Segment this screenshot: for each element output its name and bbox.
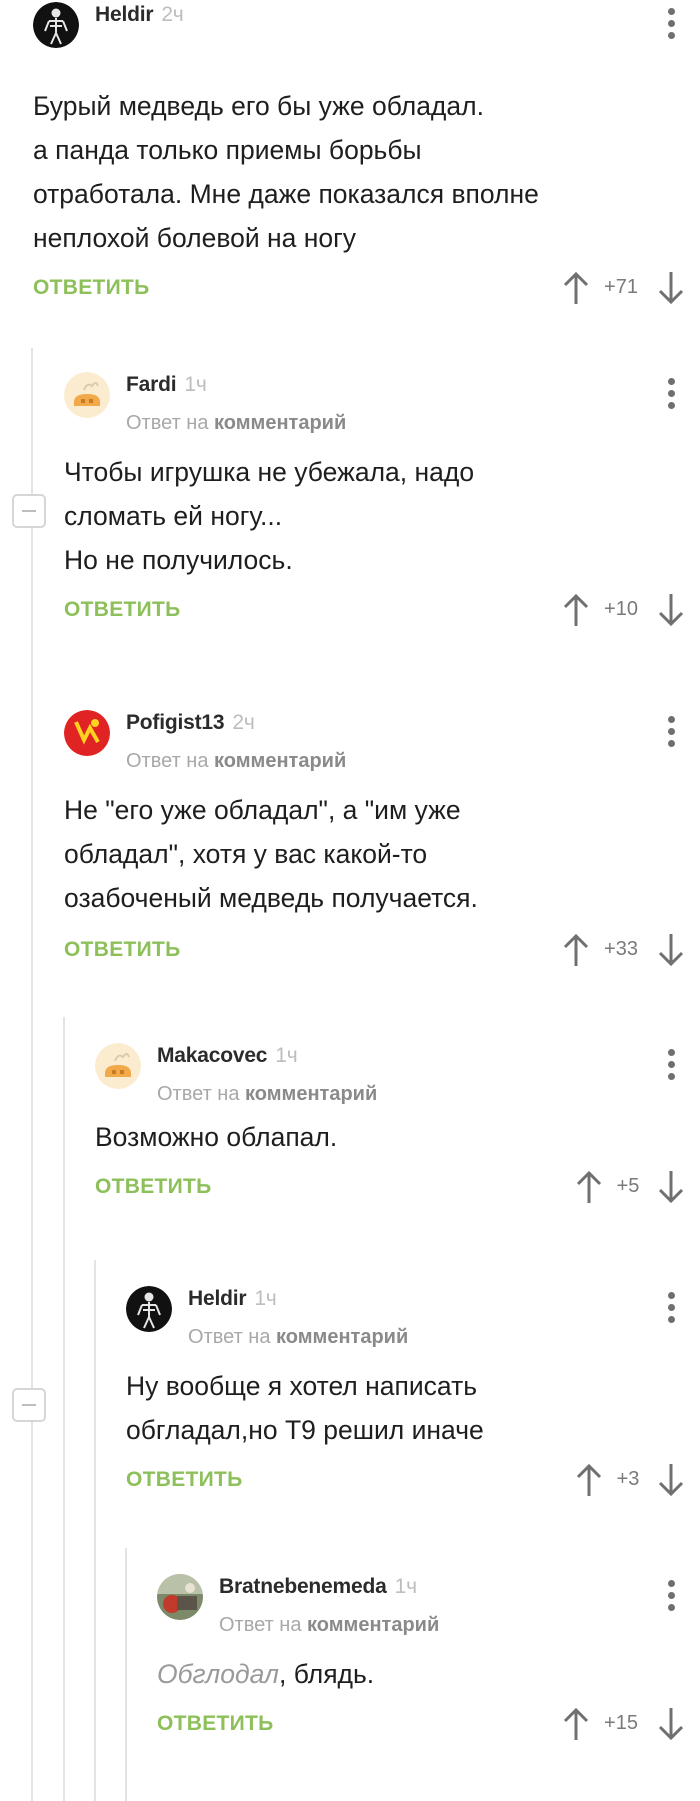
- comment-text: Чтобы игрушка не убежала, надо сломать ей…: [64, 457, 475, 575]
- skeleton-avatar-icon[interactable]: [126, 1286, 172, 1332]
- skeleton-avatar-icon[interactable]: [33, 2, 79, 48]
- upvote-arrow-icon[interactable]: [561, 592, 591, 628]
- comment-score: +10: [604, 598, 638, 620]
- reply-button[interactable]: ОТВЕТИТЬ: [64, 938, 181, 962]
- comment-text: Бурый медведь его бы уже обладал. а панда…: [33, 91, 539, 253]
- author-name[interactable]: Fardi 1ч: [126, 373, 207, 397]
- emphasized-text: Обглодал: [157, 1659, 280, 1689]
- thread-line: [31, 348, 33, 1801]
- reply-to-link[interactable]: Ответ на комментарий: [219, 1614, 439, 1637]
- author-name[interactable]: Makacovec 1ч: [157, 1044, 298, 1068]
- downvote-arrow-icon[interactable]: [656, 1169, 686, 1205]
- vote-box: +3: [558, 1460, 686, 1500]
- comment-text: Возможно облапал.: [95, 1122, 338, 1152]
- upvote-arrow-icon[interactable]: [561, 1706, 591, 1742]
- comment-time: 1ч: [275, 1044, 298, 1067]
- comment-time: 2ч: [232, 711, 255, 734]
- thread-line: [63, 1017, 65, 1801]
- comment: Heldir 1ч Ответ на комментарий Ну вообще …: [126, 1286, 700, 1500]
- collapse-thread-button[interactable]: [12, 1388, 46, 1422]
- comment: Pofigist13 2ч Ответ на комментарий Не "ег…: [64, 710, 700, 970]
- comment-text: Ну вообще я хотел написать обгладал,но Т9…: [126, 1371, 484, 1445]
- reply-to-link[interactable]: Ответ на комментарий: [126, 412, 346, 435]
- comment-score: +5: [616, 1175, 640, 1197]
- thread-line: [94, 1260, 96, 1801]
- comment-text: Не "его уже обладал", а "им уже обладал",…: [64, 795, 478, 913]
- more-menu-icon[interactable]: [666, 1049, 676, 1081]
- downvote-arrow-icon[interactable]: [656, 592, 686, 628]
- comment-time: 1ч: [184, 373, 207, 396]
- comment: Heldir 2ч Бурый медведь его бы уже облада…: [33, 2, 700, 308]
- author-name[interactable]: Bratnebenemeda 1ч: [219, 1575, 417, 1599]
- downvote-arrow-icon[interactable]: [656, 932, 686, 968]
- red-yellow-avatar-icon[interactable]: [64, 710, 110, 756]
- downvote-arrow-icon[interactable]: [656, 270, 686, 306]
- default-pie-avatar-icon[interactable]: [95, 1043, 141, 1089]
- upvote-arrow-icon[interactable]: [574, 1169, 604, 1205]
- reply-to-link[interactable]: Ответ на комментарий: [188, 1326, 408, 1349]
- comment-score: +71: [604, 276, 638, 298]
- comment-time: 1ч: [254, 1287, 277, 1310]
- comment: Fardi 1ч Ответ на комментарий Чтобы игруш…: [64, 372, 700, 630]
- photo-avatar-icon[interactable]: [157, 1574, 203, 1620]
- reply-button[interactable]: ОТВЕТИТЬ: [33, 276, 150, 300]
- reply-button[interactable]: ОТВЕТИТЬ: [126, 1468, 243, 1492]
- author-name[interactable]: Heldir 2ч: [95, 3, 184, 27]
- comment: Bratnebenemeda 1ч Ответ на комментарий Об…: [157, 1574, 700, 1744]
- author-name[interactable]: Heldir 1ч: [188, 1287, 277, 1311]
- reply-button[interactable]: ОТВЕТИТЬ: [157, 1712, 274, 1736]
- comment-time: 1ч: [394, 1575, 417, 1598]
- reply-to-link[interactable]: Ответ на комментарий: [157, 1083, 377, 1106]
- comment-time: 2ч: [161, 3, 184, 26]
- comment-score: +33: [604, 938, 638, 960]
- comment-score: +3: [616, 1468, 640, 1490]
- vote-box: +5: [558, 1167, 686, 1207]
- comment-text: Обглодал, блядь.: [157, 1659, 375, 1689]
- reply-to-link[interactable]: Ответ на комментарий: [126, 750, 346, 773]
- upvote-arrow-icon[interactable]: [561, 932, 591, 968]
- more-menu-icon[interactable]: [666, 716, 676, 748]
- more-menu-icon[interactable]: [666, 1292, 676, 1324]
- comment-score: +15: [604, 1712, 638, 1734]
- collapse-thread-button[interactable]: [12, 494, 46, 528]
- more-menu-icon[interactable]: [666, 378, 676, 410]
- upvote-arrow-icon[interactable]: [561, 270, 591, 306]
- reply-button[interactable]: ОТВЕТИТЬ: [64, 598, 181, 622]
- comment: Makacovec 1ч Ответ на комментарий Возможн…: [95, 1043, 700, 1207]
- more-menu-icon[interactable]: [666, 8, 676, 40]
- downvote-arrow-icon[interactable]: [656, 1706, 686, 1742]
- upvote-arrow-icon[interactable]: [574, 1462, 604, 1498]
- downvote-arrow-icon[interactable]: [656, 1462, 686, 1498]
- reply-button[interactable]: ОТВЕТИТЬ: [95, 1175, 212, 1199]
- thread-line: [125, 1548, 127, 1801]
- more-menu-icon[interactable]: [666, 1580, 676, 1612]
- author-name[interactable]: Pofigist13 2ч: [126, 711, 255, 735]
- default-pie-avatar-icon[interactable]: [64, 372, 110, 418]
